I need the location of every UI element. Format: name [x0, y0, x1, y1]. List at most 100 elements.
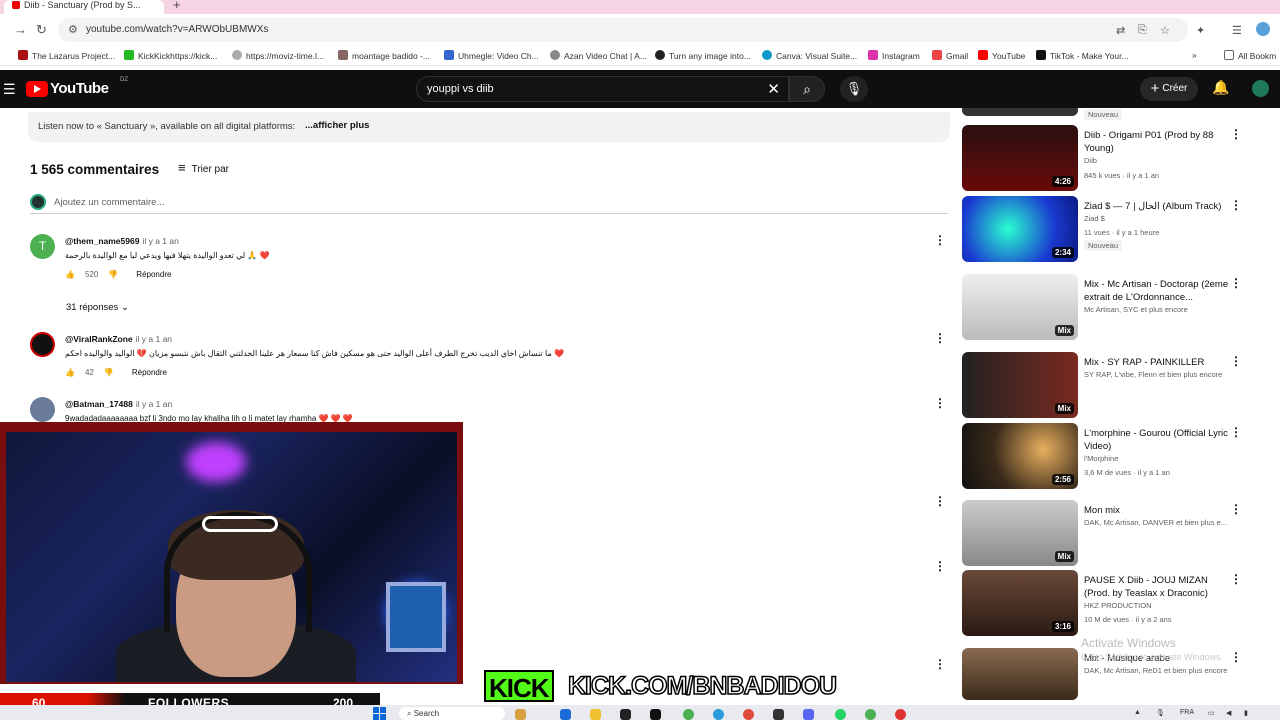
- video-thumbnail[interactable]: 2:34: [962, 196, 1078, 262]
- related-video[interactable]: Mix Mix - SY RAP - PAINKILLER SY RAP, L'…: [962, 352, 1272, 418]
- obs-icon[interactable]: [773, 709, 784, 720]
- bookmark-item[interactable]: Turn any image into...: [655, 50, 751, 61]
- add-comment-field[interactable]: Ajoutez un commentaire...: [30, 194, 948, 214]
- bookmark-item[interactable]: YouTube: [978, 50, 1025, 61]
- more-actions-icon[interactable]: ⋮: [1230, 127, 1242, 141]
- profile-icon[interactable]: [1256, 22, 1270, 36]
- more-actions-icon[interactable]: ⋮: [1230, 354, 1242, 368]
- more-actions-icon[interactable]: ⋮: [934, 494, 946, 508]
- all-bookmarks[interactable]: All Bookm: [1224, 50, 1276, 61]
- more-actions-icon[interactable]: ⋮: [1230, 572, 1242, 586]
- avatar[interactable]: T: [30, 234, 55, 259]
- related-video[interactable]: Mix Mix - Mc Artisan - Doctorap (2eme ex…: [962, 274, 1272, 340]
- show-more-link[interactable]: ...afficher plus: [305, 120, 369, 131]
- dislike-icon[interactable]: 👎: [108, 270, 118, 279]
- more-actions-icon[interactable]: ⋮: [1230, 198, 1242, 212]
- windows-start-icon[interactable]: [373, 707, 386, 720]
- video-thumbnail[interactable]: Mix: [962, 352, 1078, 418]
- bookmarks-overflow-icon[interactable]: »: [1192, 50, 1197, 60]
- bookmark-item[interactable]: Canva: Visual Suite...: [762, 50, 857, 61]
- account-avatar[interactable]: [1252, 80, 1269, 97]
- video-title[interactable]: Ziad $ — 7 | الحال (Album Track): [1084, 200, 1234, 213]
- bookmark-item[interactable]: TikTok - Make Your...: [1036, 50, 1129, 61]
- sort-button[interactable]: ≡ Trier par: [178, 160, 229, 175]
- channel-name[interactable]: SY RAP, L'vibe, Flenn et bien plus encor…: [1084, 370, 1234, 379]
- video-thumbnail[interactable]: [962, 648, 1078, 700]
- comment-author[interactable]: @Batman_17488 il y a 1 an: [65, 399, 172, 409]
- battery-icon[interactable]: ▮: [1244, 709, 1248, 717]
- clear-search-icon[interactable]: ✕: [767, 80, 780, 98]
- taskbar-search[interactable]: ⌕ Search: [399, 707, 505, 720]
- hamburger-menu-icon[interactable]: ☰: [3, 81, 16, 98]
- channel-name[interactable]: l'Morphine: [1084, 454, 1234, 463]
- more-actions-icon[interactable]: ⋮: [934, 331, 946, 345]
- folder-icon[interactable]: [590, 709, 601, 720]
- bookmark-item[interactable]: Azan Video Chat | A...: [550, 50, 647, 61]
- more-actions-icon[interactable]: ⋮: [1230, 650, 1242, 664]
- notifications-bell-icon[interactable]: 🔔: [1212, 79, 1229, 96]
- bookmark-item[interactable]: The Lazarus Project...: [18, 50, 115, 61]
- video-thumbnail[interactable]: [962, 108, 1078, 116]
- reply-button[interactable]: Répondre: [132, 368, 167, 377]
- more-actions-icon[interactable]: ⋮: [934, 396, 946, 410]
- chrome-icon[interactable]: [683, 709, 694, 720]
- search-input[interactable]: youppi vs diib ✕: [416, 76, 789, 102]
- create-button[interactable]: + Créer: [1140, 77, 1198, 101]
- chrome-icon[interactable]: [895, 709, 906, 720]
- translate-icon[interactable]: ⇄: [1116, 24, 1125, 37]
- video-title[interactable]: Mix - SY RAP - PAINKILLER: [1084, 356, 1234, 369]
- bookmark-item[interactable]: https://moviz-time.l...: [232, 50, 324, 61]
- avatar[interactable]: [30, 332, 55, 357]
- reload-icon[interactable]: ↻: [36, 22, 47, 38]
- video-title[interactable]: Mon mix: [1084, 504, 1234, 517]
- video-thumbnail[interactable]: 3:16: [962, 570, 1078, 636]
- channel-name[interactable]: Diib: [1084, 156, 1234, 165]
- related-video[interactable]: Mix Mon mix DAK, Mc Artisan, DANVER et b…: [962, 500, 1272, 566]
- tray-chevron-icon[interactable]: ▲: [1134, 709, 1141, 716]
- more-actions-icon[interactable]: ⋮: [1230, 502, 1242, 516]
- bookmark-item[interactable]: Uhmegle: Video Ch...: [444, 50, 539, 61]
- taskbar-app-icon[interactable]: [515, 709, 526, 720]
- queue-icon[interactable]: ☰: [1232, 24, 1242, 37]
- related-video[interactable]: 2:56 L'morphine - Gourou (Official Lyric…: [962, 423, 1272, 489]
- chrome-icon[interactable]: [865, 709, 876, 720]
- related-video[interactable]: 3:16 PAUSE X Diib - JOUJ MIZAN (Prod. by…: [962, 570, 1272, 636]
- channel-name[interactable]: DAK, Mc Artisan, DANVER et bien plus e..…: [1084, 518, 1234, 527]
- like-icon[interactable]: 👍: [65, 270, 75, 279]
- bookmark-item[interactable]: Gmail: [932, 50, 968, 61]
- new-tab-icon[interactable]: +: [173, 0, 181, 12]
- extensions-icon[interactable]: ✦: [1196, 24, 1205, 37]
- video-title[interactable]: PAUSE X Diib - JOUJ MIZAN (Prod. by Teas…: [1084, 574, 1234, 600]
- chrome-icon[interactable]: [713, 709, 724, 720]
- channel-name[interactable]: Mc Artisan, SYC et plus encore: [1084, 305, 1234, 314]
- video-title[interactable]: Diib - Origami P01 (Prod by 88 Young): [1084, 129, 1234, 155]
- chatgpt-icon[interactable]: [620, 709, 631, 720]
- reply-button[interactable]: Répondre: [136, 270, 171, 279]
- channel-name[interactable]: HKZ PRODUCTION: [1084, 601, 1234, 610]
- like-icon[interactable]: 👍: [65, 368, 75, 377]
- taskbar-app-icon[interactable]: [560, 709, 571, 720]
- bookmark-star-icon[interactable]: ☆: [1160, 24, 1170, 37]
- video-title[interactable]: Mix - Mc Artisan - Doctorap (2eme extrai…: [1084, 278, 1234, 304]
- bookmark-item[interactable]: moantage badido -...: [338, 50, 430, 61]
- dislike-icon[interactable]: 👎: [104, 368, 114, 377]
- video-thumbnail[interactable]: Mix: [962, 274, 1078, 340]
- video-thumbnail[interactable]: 4:26: [962, 125, 1078, 191]
- install-icon[interactable]: ⎘: [1138, 24, 1147, 37]
- channel-name[interactable]: Ziad $: [1084, 214, 1234, 223]
- related-video[interactable]: 2:34 Ziad $ — 7 | الحال (Album Track) Zi…: [962, 196, 1272, 262]
- discord-icon[interactable]: [803, 709, 814, 720]
- tiktok-icon[interactable]: [650, 709, 661, 720]
- comment-author[interactable]: @them_name5969 il y a 1 an: [65, 236, 179, 246]
- avatar[interactable]: [30, 397, 55, 422]
- site-settings-icon[interactable]: ⚙: [68, 23, 78, 36]
- network-icon[interactable]: ▭: [1208, 709, 1215, 717]
- chrome-icon[interactable]: [743, 709, 754, 720]
- omnibox[interactable]: ⚙ youtube.com/watch?v=ARWObUBMWXs: [58, 18, 1188, 42]
- bookmark-item[interactable]: Instagram: [868, 50, 920, 61]
- forward-icon[interactable]: →: [14, 22, 27, 37]
- microphone-tray-icon[interactable]: 🎙: [1156, 709, 1165, 717]
- view-replies-button[interactable]: 31 réponses ⌄: [66, 302, 129, 313]
- browser-tab[interactable]: Diib - Sanctuary (Prod by S...: [4, 0, 164, 14]
- volume-icon[interactable]: ◀: [1226, 709, 1231, 717]
